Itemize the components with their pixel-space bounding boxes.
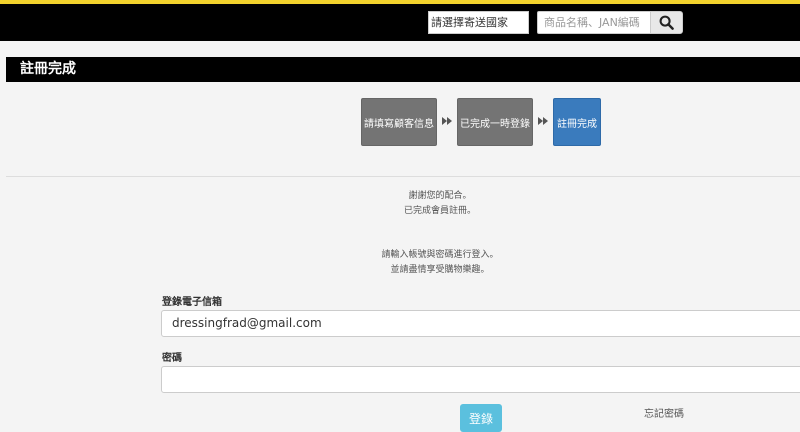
step-label: 註冊完成 <box>557 118 597 130</box>
page-title-bar: 註冊完成 <box>6 57 800 82</box>
step-label: 請填寫顧客信息 <box>364 118 434 130</box>
search-input[interactable]: 商品名稱、JAN編碼 <box>537 11 650 34</box>
step-customer-info: 請填寫顧客信息 <box>361 98 437 146</box>
password-field[interactable] <box>161 366 800 393</box>
search-button[interactable] <box>650 11 683 34</box>
double-chevron-right-icon <box>442 117 452 125</box>
step-label: 已完成一時登錄 <box>460 118 530 130</box>
thanks-message-line1: 謝謝您的配合。 <box>408 191 472 201</box>
email-field[interactable]: dressingfrad@gmail.com <box>161 310 800 337</box>
step-registration-complete: 註冊完成 <box>553 98 601 146</box>
login-message-line2: 並請盡情享受購物樂趣。 <box>390 265 490 275</box>
step-temp-registration: 已完成一時登錄 <box>457 98 533 146</box>
thanks-message-line2: 已完成會員註冊。 <box>403 206 476 216</box>
login-message-line1: 請輸入帳號與密碼進行登入。 <box>381 250 499 260</box>
country-select[interactable]: 請選擇寄送國家 <box>428 11 529 34</box>
password-label: 密碼 <box>162 353 182 364</box>
divider <box>6 176 800 177</box>
site-header: 請選擇寄送國家 商品名稱、JAN編碼 <box>0 4 800 41</box>
page-title: 註冊完成 <box>20 61 76 77</box>
forgot-password-link[interactable]: 忘記密碼 <box>644 405 684 420</box>
search-icon <box>659 15 674 30</box>
email-label: 登錄電子信箱 <box>162 297 222 308</box>
double-chevron-right-icon <box>538 117 548 125</box>
